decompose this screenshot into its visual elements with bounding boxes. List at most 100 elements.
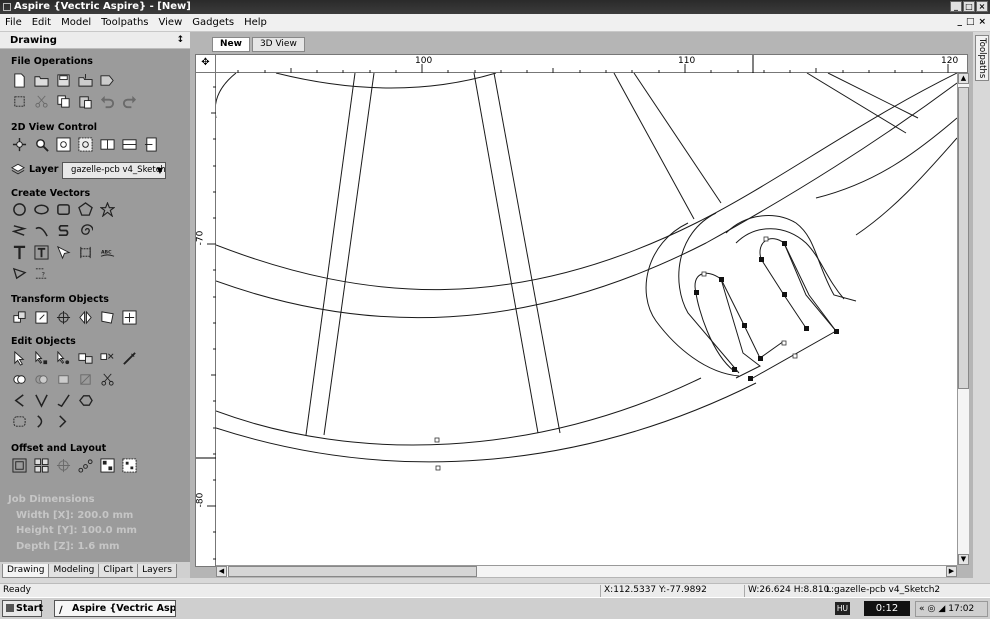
interactive-select-icon[interactable] (55, 350, 72, 367)
close-button[interactable]: × (976, 1, 988, 12)
intersect-icon[interactable] (55, 371, 72, 388)
pan-icon[interactable] (11, 136, 28, 153)
star-icon[interactable] (99, 201, 116, 218)
spiral-icon[interactable] (77, 222, 94, 239)
tray-expand-icon[interactable]: « (919, 604, 925, 614)
offset-icon[interactable] (11, 457, 28, 474)
select-icon[interactable] (11, 350, 28, 367)
tab-modeling[interactable]: Modeling (48, 564, 100, 578)
weld-icon[interactable] (11, 371, 28, 388)
menu-model[interactable]: Model (61, 17, 91, 28)
toolpaths-tab[interactable]: Toolpaths (975, 35, 989, 81)
text-on-curve-icon[interactable] (55, 244, 72, 261)
circle-icon[interactable] (11, 201, 28, 218)
tab-new[interactable]: New (212, 37, 250, 52)
polygon-icon[interactable] (77, 201, 94, 218)
ungroup-icon[interactable] (99, 350, 116, 367)
subtract-icon[interactable] (33, 371, 50, 388)
undo-icon[interactable] (99, 93, 116, 110)
paste-icon[interactable] (77, 93, 94, 110)
tab-3d-view[interactable]: 3D View (251, 37, 305, 52)
tab-drawing[interactable]: Drawing (2, 564, 50, 578)
drawing-canvas[interactable] (216, 73, 957, 565)
circular-copy-icon[interactable] (55, 457, 72, 474)
polyline-icon[interactable] (11, 222, 28, 239)
start-button[interactable]: Start (2, 600, 43, 617)
doc-restore-button[interactable]: □ (966, 17, 975, 27)
distort-icon[interactable] (99, 309, 116, 326)
text-box-icon[interactable] (33, 244, 50, 261)
rotate-icon[interactable] (55, 309, 72, 326)
text-icon[interactable] (11, 244, 28, 261)
node-edit-icon[interactable] (33, 350, 50, 367)
copy-icon[interactable] (55, 93, 72, 110)
dimension-icon[interactable]: ? (33, 265, 50, 282)
scroll-left-button[interactable]: ◀ (216, 566, 227, 577)
language-indicator[interactable]: HU (835, 602, 850, 615)
menu-view[interactable]: View (159, 17, 183, 28)
menu-file[interactable]: File (5, 17, 22, 28)
tab-layers[interactable]: Layers (137, 564, 177, 578)
maximize-button[interactable]: □ (963, 1, 975, 12)
text-arc-icon[interactable]: ABC (99, 244, 116, 261)
menu-edit[interactable]: Edit (32, 17, 51, 28)
trim-icon[interactable] (99, 371, 116, 388)
menu-toolpaths[interactable]: Toolpaths (101, 17, 148, 28)
job-setup-icon[interactable] (11, 93, 28, 110)
auto-layout-icon[interactable] (121, 457, 138, 474)
extend-vector-icon[interactable] (77, 392, 94, 409)
join-open-vectors-icon[interactable] (11, 392, 28, 409)
fillet-icon[interactable] (11, 413, 28, 430)
auto-layout-text-icon[interactable] (77, 244, 94, 261)
scroll-up-button[interactable]: ▲ (958, 73, 969, 84)
close-vector-icon[interactable] (33, 413, 50, 430)
join-nodes-icon[interactable] (33, 392, 50, 409)
menu-help[interactable]: Help (244, 17, 267, 28)
horizontal-scroll-thumb[interactable] (228, 566, 477, 577)
scale-icon[interactable] (33, 309, 50, 326)
vertical-scroll-thumb[interactable] (958, 87, 969, 389)
curve-fit-icon[interactable] (55, 392, 72, 409)
horizontal-view-icon[interactable] (121, 136, 138, 153)
curve-icon[interactable] (55, 222, 72, 239)
menu-gadgets[interactable]: Gadgets (192, 17, 234, 28)
zoom-selection-icon[interactable] (77, 136, 94, 153)
pin-icon[interactable]: ↕ (176, 32, 184, 49)
cut-icon[interactable] (33, 93, 50, 110)
measure-icon[interactable] (121, 350, 138, 367)
draw-shape-icon[interactable] (11, 265, 28, 282)
tab-clipart[interactable]: Clipart (98, 564, 139, 578)
zoom-extents-icon[interactable] (55, 136, 72, 153)
tray-network-icon[interactable]: ◎ (928, 604, 936, 614)
timer-widget[interactable]: 0:12 (864, 601, 910, 616)
scroll-down-button[interactable]: ▼ (958, 554, 969, 565)
rectangle-icon[interactable] (55, 201, 72, 218)
scroll-right-button[interactable]: ▶ (946, 566, 957, 577)
arc-icon[interactable] (33, 222, 50, 239)
nesting-icon[interactable] (99, 457, 116, 474)
zoom-icon[interactable] (33, 136, 50, 153)
doc-minimize-button[interactable]: _ (957, 17, 962, 27)
split-view-icon[interactable] (99, 136, 116, 153)
vertical-scrollbar[interactable]: ▲ ▼ (957, 73, 969, 565)
horizontal-scrollbar[interactable]: ◀ ▶ (216, 565, 957, 577)
taskbar-app-button[interactable]: ∕ Aspire {Vectric Aspir... (54, 600, 176, 617)
move-icon[interactable] (11, 309, 28, 326)
tray-volume-icon[interactable]: ◢ (938, 604, 945, 614)
redo-icon[interactable] (121, 93, 138, 110)
new-file-icon[interactable] (11, 72, 28, 89)
open-file-icon[interactable] (33, 72, 50, 89)
copy-along-vector-icon[interactable] (77, 457, 94, 474)
layer-dropdown[interactable]: gazelle-pcb v4_Sketch2 ▼ (62, 162, 166, 179)
smart-node-icon[interactable] (55, 413, 72, 430)
overlap-icon[interactable] (77, 371, 94, 388)
import-icon[interactable] (77, 72, 94, 89)
align-icon[interactable] (121, 309, 138, 326)
array-copy-icon[interactable] (33, 457, 50, 474)
ruler-origin-button[interactable]: ✥ (195, 54, 216, 73)
group-icon[interactable] (77, 350, 94, 367)
minimize-button[interactable]: _ (950, 1, 962, 12)
view-exit-icon[interactable] (143, 136, 160, 153)
ellipse-icon[interactable] (33, 201, 50, 218)
export-icon[interactable] (99, 72, 116, 89)
